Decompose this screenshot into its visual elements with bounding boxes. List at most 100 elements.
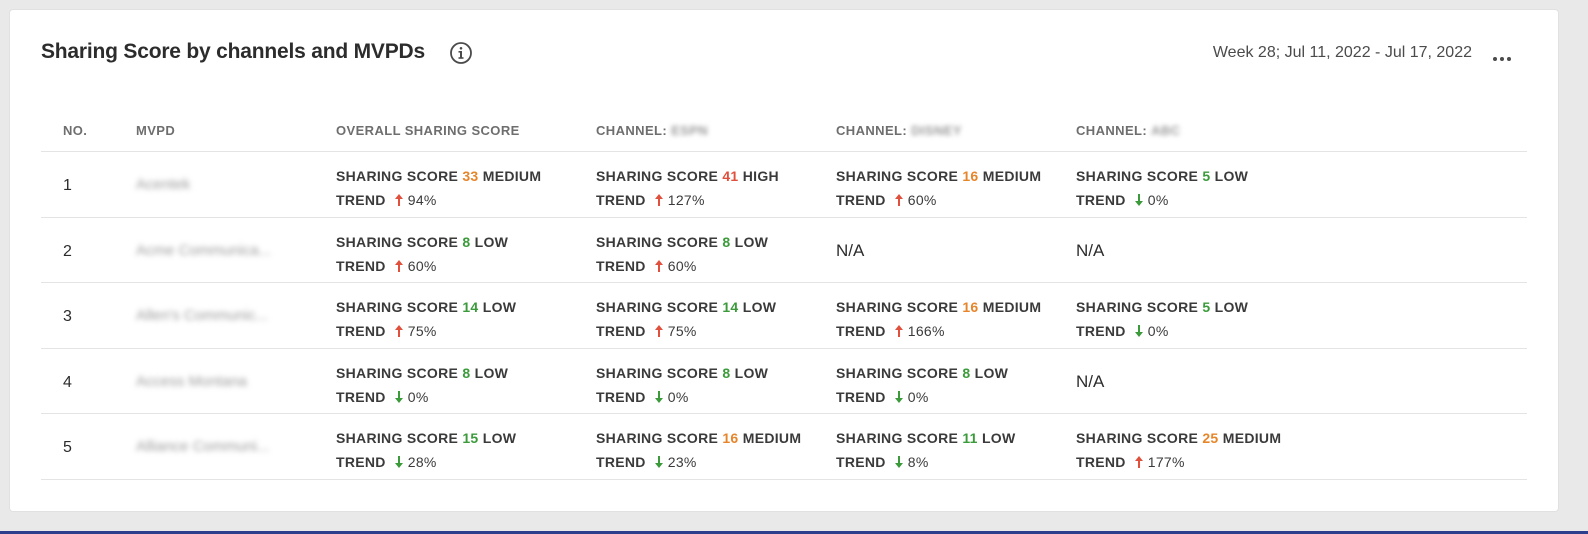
- sharing-score-level: MEDIUM: [742, 430, 802, 446]
- sharing-score-label: SHARING SCORE: [596, 233, 719, 250]
- sharing-score-label: SHARING SCORE: [596, 168, 719, 184]
- score-cell: SHARING SCORE 15 LOW TREND 28%: [336, 414, 516, 479]
- score-cell: SHARING SCORE 25 MEDIUM TREND 177%: [1076, 414, 1281, 479]
- trend-percent: 0%: [1147, 192, 1169, 208]
- trend-percent: 0%: [1147, 323, 1169, 339]
- trend-label: TREND: [836, 388, 886, 405]
- sharing-score-line: SHARING SCORE 8 LOW: [596, 230, 768, 254]
- trend-label: TREND: [336, 454, 386, 470]
- trend-percent: 28%: [407, 454, 437, 470]
- trend-line: TREND 0%: [596, 385, 768, 409]
- more-options-icon[interactable]: [1493, 48, 1515, 61]
- sharing-score-value: 15: [462, 430, 479, 446]
- table-row[interactable]: 2 Acme Communica... SHARING SCORE 8 LOW TRE…: [41, 218, 1527, 283]
- mvpd-name[interactable]: Access Montana: [136, 373, 247, 390]
- sharing-score-label: SHARING SCORE: [836, 168, 959, 184]
- trend-down-arrow-icon: [654, 390, 663, 403]
- table-row[interactable]: 5 Alliance Communi... SHARING SCORE 15 LOW…: [41, 414, 1527, 480]
- table-row[interactable]: 1 Acentek SHARING SCORE 33 MEDIUM TREND 94% S…: [41, 152, 1527, 218]
- trend-up-arrow-icon: [894, 325, 903, 337]
- table-row[interactable]: 3 Allen's Communic... SHARING SCORE 14 LOW…: [41, 283, 1527, 349]
- trend-line: TREND 60%: [836, 188, 1041, 212]
- sharing-score-line: SHARING SCORE 15 LOW: [336, 426, 516, 450]
- sharing-score-label: SHARING SCORE: [336, 364, 459, 381]
- sharing-score-level: HIGH: [742, 168, 779, 184]
- trend-percent: 166%: [907, 323, 945, 339]
- sharing-score-level: MEDIUM: [482, 168, 542, 184]
- sharing-score-line: SHARING SCORE 16 MEDIUM: [836, 164, 1041, 188]
- sharing-score-card: Sharing Score by channels and MVPDs Week…: [9, 9, 1559, 512]
- column-header-mvpd[interactable]: MVPD: [136, 123, 175, 138]
- trend-label: TREND: [336, 192, 386, 208]
- sharing-score-line: SHARING SCORE 8 LOW: [836, 361, 1008, 385]
- sharing-score-level: LOW: [482, 430, 517, 446]
- sharing-score-value: 25: [1202, 430, 1219, 446]
- sharing-score-value: 11: [962, 430, 978, 446]
- sharing-score-label: SHARING SCORE: [336, 233, 459, 250]
- trend-down-arrow-icon: [894, 390, 903, 403]
- trend-percent: 75%: [667, 323, 697, 339]
- mvpd-name[interactable]: Acentek: [136, 176, 190, 193]
- score-cell-na: N/A: [1076, 240, 1105, 260]
- column-header-channel-2[interactable]: CHANNEL: DISNEY: [836, 123, 962, 138]
- date-range[interactable]: Week 28; Jul 11, 2022 - Jul 17, 2022: [1213, 44, 1472, 62]
- trend-label: TREND: [836, 454, 886, 470]
- trend-percent: 127%: [667, 192, 705, 208]
- row-number: 3: [63, 308, 72, 325]
- trend-up-arrow-icon: [894, 194, 903, 206]
- trend-percent: 75%: [407, 323, 437, 339]
- trend-label: TREND: [596, 192, 646, 208]
- sharing-score-level: LOW: [974, 364, 1009, 381]
- trend-label: TREND: [836, 192, 886, 208]
- row-number: 5: [63, 439, 72, 456]
- score-cell: SHARING SCORE 14 LOW TREND 75%: [336, 283, 516, 348]
- score-cell: SHARING SCORE 8 LOW TREND 0%: [596, 349, 768, 414]
- sharing-score-line: SHARING SCORE 5 LOW: [1076, 164, 1248, 188]
- trend-percent: 60%: [907, 192, 937, 208]
- mvpd-name[interactable]: Alliance Communi...: [136, 438, 269, 455]
- mvpd-name[interactable]: Allen's Communic...: [136, 307, 268, 324]
- trend-line: TREND 75%: [336, 319, 516, 343]
- table-header: NO. MVPD OVERALL SHARING SCORE CHANNEL: E…: [41, 110, 1527, 152]
- sharing-score-label: SHARING SCORE: [836, 299, 959, 315]
- sharing-score-level: LOW: [474, 233, 509, 250]
- score-cell: SHARING SCORE 41 HIGH TREND 127%: [596, 152, 779, 217]
- sharing-score-value: 8: [462, 233, 471, 250]
- sharing-score-line: SHARING SCORE 8 LOW: [596, 361, 768, 385]
- sharing-score-label: SHARING SCORE: [596, 299, 719, 315]
- trend-down-arrow-icon: [1134, 325, 1143, 337]
- sharing-score-value: 8: [962, 364, 971, 381]
- sharing-score-line: SHARING SCORE 14 LOW: [336, 295, 516, 319]
- trend-line: TREND 28%: [336, 450, 516, 474]
- sharing-score-line: SHARING SCORE 5 LOW: [1076, 295, 1248, 319]
- info-icon[interactable]: [449, 41, 473, 65]
- sharing-score-level: LOW: [734, 364, 769, 381]
- trend-percent: 60%: [667, 257, 697, 274]
- trend-line: TREND 23%: [596, 450, 801, 474]
- column-header-channel-3[interactable]: CHANNEL: ABC: [1076, 123, 1180, 138]
- sharing-score-value: 8: [722, 233, 731, 250]
- sharing-score-value: 14: [722, 299, 739, 315]
- trend-up-arrow-icon: [1134, 456, 1143, 468]
- sharing-score-value: 33: [462, 168, 479, 184]
- trend-line: TREND 94%: [336, 188, 541, 212]
- trend-line: TREND 0%: [1076, 319, 1248, 343]
- column-header-channel-1[interactable]: CHANNEL: ESPN: [596, 123, 708, 138]
- trend-percent: 8%: [907, 454, 929, 470]
- trend-percent: 0%: [407, 388, 429, 405]
- mvpd-name[interactable]: Acme Communica...: [136, 242, 271, 259]
- trend-up-arrow-icon: [394, 259, 403, 272]
- sharing-score-level: MEDIUM: [982, 168, 1042, 184]
- table-row[interactable]: 4 Access Montana SHARING SCORE 8 LOW TREND 0…: [41, 349, 1527, 414]
- score-cell: SHARING SCORE 8 LOW TREND 0%: [336, 349, 508, 414]
- trend-line: TREND 60%: [596, 254, 768, 278]
- trend-line: TREND 0%: [1076, 188, 1248, 212]
- score-cell: SHARING SCORE 14 LOW TREND 75%: [596, 283, 776, 348]
- sharing-score-level: LOW: [474, 364, 509, 381]
- column-header-no[interactable]: NO.: [63, 123, 87, 138]
- score-cell: SHARING SCORE 5 LOW TREND 0%: [1076, 152, 1248, 217]
- sharing-score-line: SHARING SCORE 16 MEDIUM: [836, 295, 1041, 319]
- sharing-score-level: MEDIUM: [1222, 430, 1282, 446]
- column-header-overall[interactable]: OVERALL SHARING SCORE: [336, 123, 520, 138]
- trend-label: TREND: [596, 454, 646, 470]
